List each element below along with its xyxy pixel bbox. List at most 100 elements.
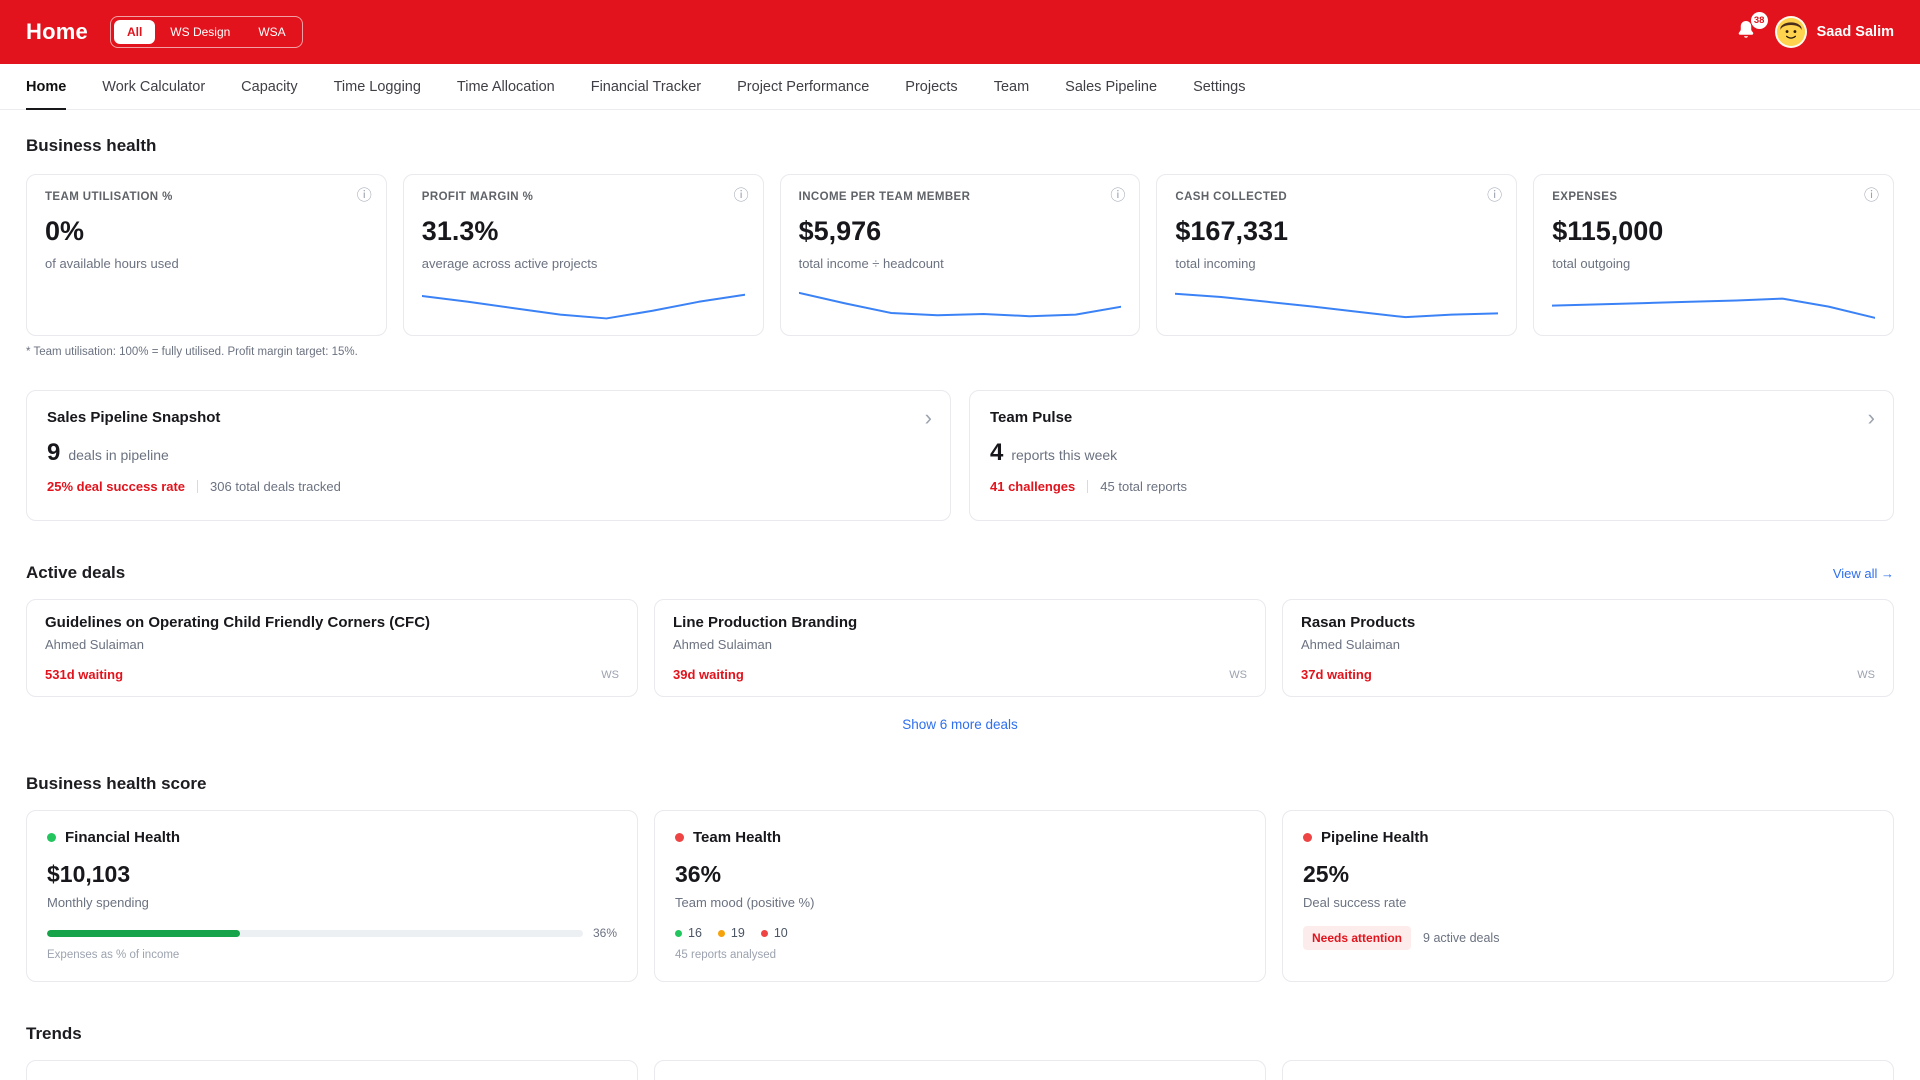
- page-title: Home: [26, 19, 88, 44]
- active-deals-heading: Active deals: [26, 563, 126, 582]
- health-score-row: Financial Health $10,103 Monthly spendin…: [26, 810, 1894, 982]
- metric-value: $115,000: [1552, 216, 1664, 246]
- total-reports: 45 total reports: [1100, 479, 1187, 494]
- business-health-heading: Business health: [26, 136, 157, 155]
- divider: [197, 480, 199, 493]
- tab-home[interactable]: Home: [26, 64, 67, 110]
- tab-sales-pipeline[interactable]: Sales Pipeline: [1065, 64, 1157, 109]
- workspace-filter: All WS Design WSA: [109, 16, 303, 48]
- team-health-card: Team Health 36% Team mood (positive %) 1…: [654, 810, 1266, 982]
- score-card-title: Financial Health: [65, 829, 181, 846]
- metric-card-team-utilisation: TEAM UTILISATION % ⓘ 0% of available hou…: [26, 174, 387, 336]
- dashboard-main: Business health TEAM UTILISATION % ⓘ 0% …: [0, 136, 1920, 1080]
- deals-in-pipeline-count: 9: [47, 439, 61, 466]
- metric-sublabel: total income ÷ headcount: [798, 256, 944, 271]
- tab-time-allocation[interactable]: Time Allocation: [457, 64, 555, 109]
- deal-card[interactable]: Line Production Branding Ahmed Sulaiman …: [654, 599, 1266, 697]
- deal-owner: Ahmed Sulaiman: [1301, 637, 1400, 652]
- monthly-spending-value: $10,103: [47, 861, 131, 887]
- deal-workspace-tag: WS: [1229, 668, 1247, 681]
- mood-count-negative: 10: [773, 926, 788, 940]
- filter-wsa[interactable]: WSA: [245, 20, 298, 44]
- tab-financial-tracker[interactable]: Financial Tracker: [591, 64, 701, 109]
- metric-value: $167,331: [1175, 216, 1289, 246]
- trends-row: [26, 1060, 1894, 1080]
- tab-time-logging[interactable]: Time Logging: [334, 64, 421, 109]
- divider: [1087, 480, 1089, 493]
- chevron-right-icon[interactable]: ›: [925, 405, 932, 431]
- score-footnote: Expenses as % of income: [47, 949, 180, 961]
- tab-team[interactable]: Team: [994, 64, 1029, 109]
- deal-workspace-tag: WS: [1857, 668, 1875, 681]
- expense-progress-track: [47, 929, 583, 937]
- filter-ws-design[interactable]: WS Design: [157, 20, 243, 44]
- info-icon[interactable]: ⓘ: [1110, 188, 1125, 203]
- challenges-count: 41 challenges: [990, 479, 1076, 494]
- mood-count-positive: 16: [688, 926, 702, 940]
- mood-dot-positive: [675, 929, 682, 937]
- notification-badge: 38: [1750, 12, 1768, 29]
- metric-label: PROFIT MARGIN %: [421, 191, 534, 203]
- status-dot-red: [675, 833, 684, 842]
- show-more-deals-link[interactable]: Show 6 more deals: [26, 717, 1894, 732]
- info-icon[interactable]: ⓘ: [734, 188, 749, 203]
- deal-title: Rasan Products: [1301, 614, 1416, 631]
- deal-waiting-time: 531d waiting: [45, 667, 124, 682]
- mood-count-neutral: 19: [730, 926, 745, 940]
- metric-value: $5,976: [798, 216, 882, 246]
- active-deals-count: 9 active deals: [1423, 931, 1500, 945]
- metric-value: 31.3%: [421, 216, 499, 246]
- tab-projects[interactable]: Projects: [905, 64, 957, 109]
- tab-settings[interactable]: Settings: [1193, 64, 1245, 109]
- user-menu[interactable]: Saad Salim: [1774, 16, 1894, 48]
- deal-workspace-tag: WS: [601, 668, 619, 681]
- app-header: Home All WS Design WSA 38 Saad Salim: [0, 0, 1920, 64]
- deal-card[interactable]: Guidelines on Operating Child Friendly C…: [26, 599, 638, 697]
- metric-sublabel: total outgoing: [1552, 256, 1631, 271]
- deal-owner: Ahmed Sulaiman: [45, 637, 144, 652]
- main-nav: Home Work Calculator Capacity Time Loggi…: [0, 64, 1920, 110]
- deals-row: Guidelines on Operating Child Friendly C…: [26, 599, 1894, 697]
- info-icon[interactable]: ⓘ: [357, 188, 372, 203]
- deal-card[interactable]: Rasan Products Ahmed Sulaiman 37d waitin…: [1282, 599, 1894, 697]
- metric-card-income-per-member: INCOME PER TEAM MEMBER ⓘ $5,976 total in…: [779, 174, 1141, 336]
- team-pulse-card[interactable]: Team Pulse › 4 reports this week 41 chal…: [969, 390, 1894, 521]
- score-sublabel: Monthly spending: [47, 895, 149, 910]
- snapshot-title: Sales Pipeline Snapshot: [47, 409, 221, 426]
- sales-pipeline-snapshot-card[interactable]: Sales Pipeline Snapshot › 9 deals in pip…: [26, 390, 951, 521]
- metric-sublabel: of available hours used: [45, 256, 179, 271]
- team-mood-value: 36%: [675, 861, 722, 887]
- tab-project-performance[interactable]: Project Performance: [737, 64, 869, 109]
- utilisation-footnote: * Team utilisation: 100% = fully utilise…: [26, 346, 358, 358]
- chevron-right-icon[interactable]: ›: [1868, 405, 1875, 431]
- mood-dot-neutral: [717, 929, 725, 937]
- mood-breakdown: 16 19 10: [675, 926, 1245, 940]
- tab-capacity[interactable]: Capacity: [241, 64, 297, 109]
- trends-heading: Trends: [26, 1024, 82, 1043]
- expense-progress-label: 36%: [592, 926, 617, 940]
- notifications-button[interactable]: 38: [1733, 12, 1768, 45]
- info-icon[interactable]: ⓘ: [1864, 188, 1879, 203]
- metric-label: INCOME PER TEAM MEMBER: [798, 191, 971, 203]
- deal-success-rate: 25% deal success rate: [47, 479, 186, 494]
- deal-waiting-time: 39d waiting: [673, 667, 744, 682]
- sparkline: [45, 289, 368, 321]
- tab-work-calculator[interactable]: Work Calculator: [102, 64, 205, 109]
- view-all-link[interactable]: View all →: [1833, 566, 1894, 581]
- score-footnote: 45 reports analysed: [675, 949, 777, 961]
- status-dot-red: [1303, 833, 1312, 842]
- filter-all[interactable]: All: [113, 20, 156, 44]
- score-sublabel: Team mood (positive %): [675, 895, 815, 910]
- sparkline: [799, 289, 1122, 321]
- metric-sublabel: average across active projects: [421, 256, 598, 271]
- metric-card-row: TEAM UTILISATION % ⓘ 0% of available hou…: [26, 174, 1894, 336]
- sparkline: [422, 289, 745, 321]
- info-icon[interactable]: ⓘ: [1487, 188, 1502, 203]
- needs-attention-badge: Needs attention: [1303, 926, 1412, 950]
- sparkline: [1175, 289, 1498, 321]
- reports-this-week-count: 4: [990, 439, 1004, 466]
- deal-title: Line Production Branding: [673, 614, 858, 631]
- deal-owner: Ahmed Sulaiman: [673, 637, 772, 652]
- expense-progress-fill: [47, 929, 240, 937]
- health-score-heading: Business health score: [26, 774, 207, 793]
